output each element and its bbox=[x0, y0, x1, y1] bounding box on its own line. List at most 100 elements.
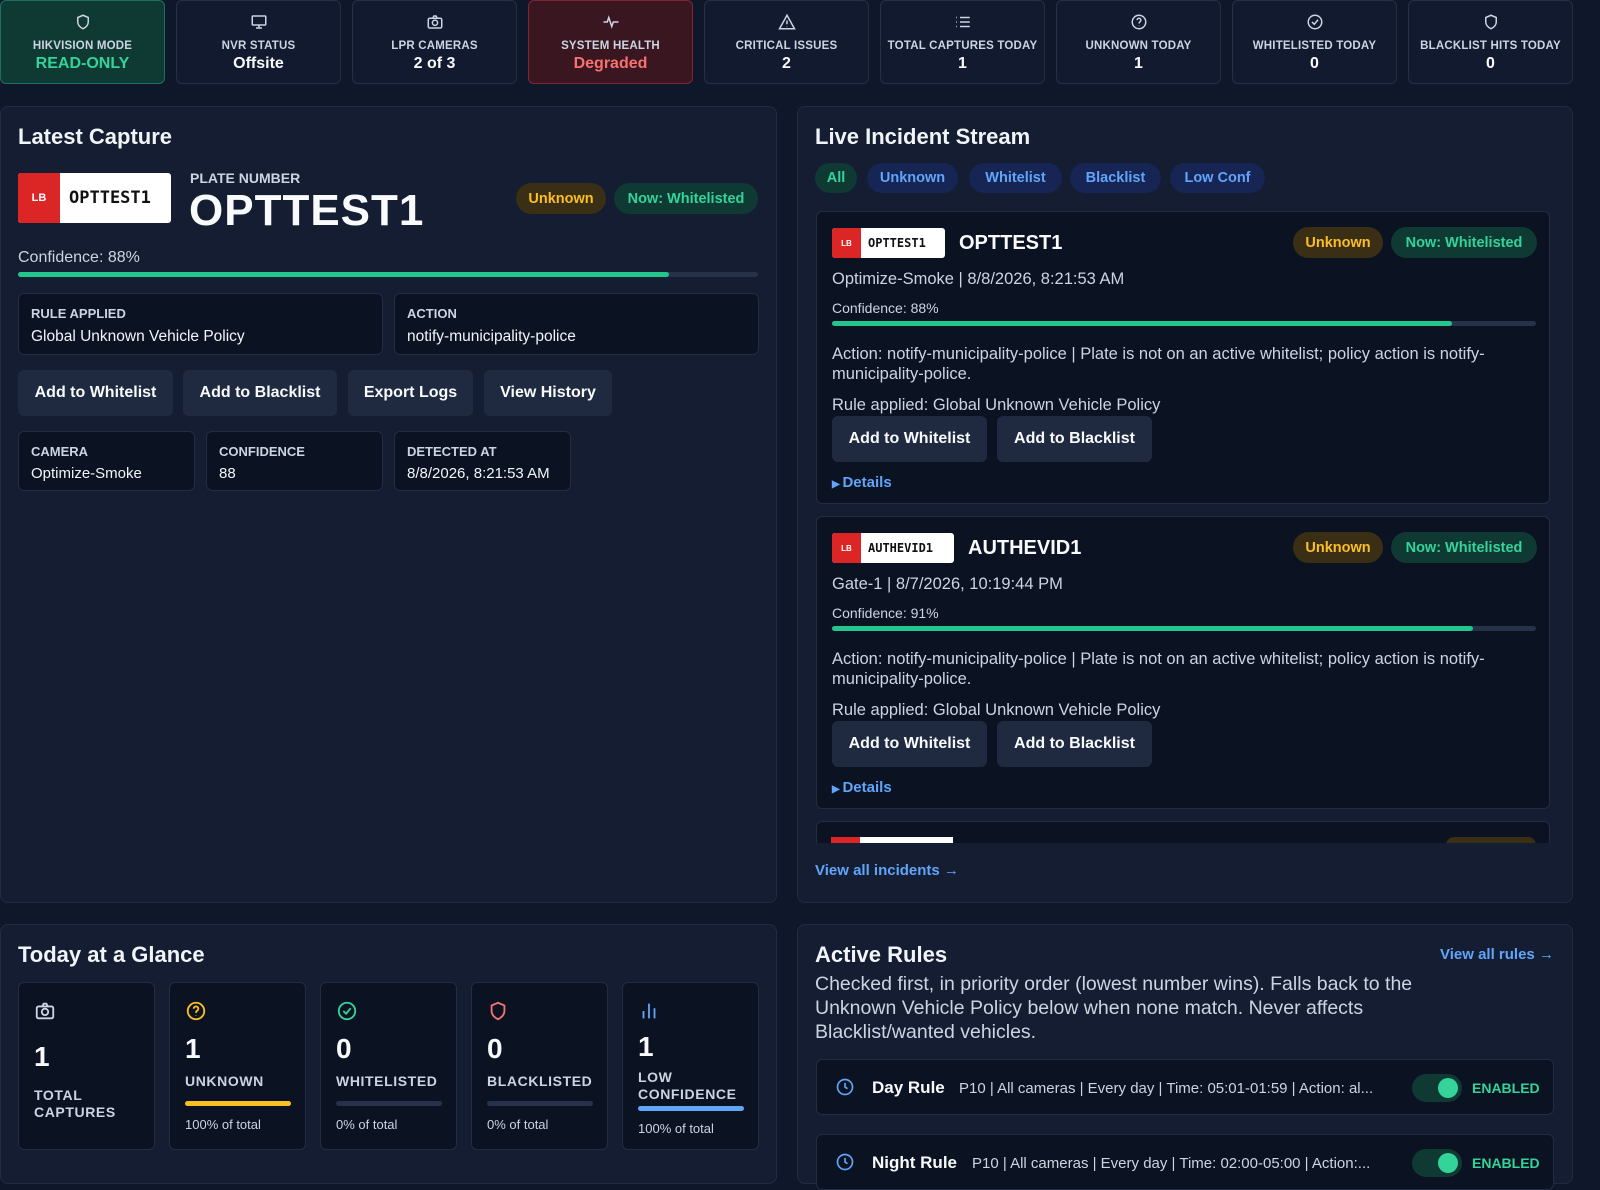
glance-bar bbox=[487, 1101, 593, 1106]
confidence-label: CONFIDENCE bbox=[219, 444, 305, 459]
details-toggle[interactable]: ▶ Details bbox=[832, 474, 892, 491]
filter-unknown[interactable]: Unknown bbox=[867, 163, 958, 193]
stat-label: NVR STATUS bbox=[221, 40, 296, 52]
plate-flag: LB bbox=[18, 173, 60, 223]
now-whitelisted-badge: Now: Whitelisted bbox=[1391, 532, 1537, 563]
view-all-incidents-link[interactable]: View all incidents → bbox=[815, 862, 959, 879]
incident-card[interactable]: LB AUTHEVID1 AUTHEVID1 Unknown Now: Whit… bbox=[816, 516, 1550, 809]
glance-card-total: 1 TOTAL CAPTURES bbox=[18, 982, 155, 1150]
question-icon bbox=[1131, 14, 1146, 30]
incident-stream-title: Live Incident Stream bbox=[815, 124, 1031, 149]
rule-enabled-toggle[interactable] bbox=[1412, 1074, 1462, 1102]
rule-desc: P10 | All cameras | Every day | Time: 05… bbox=[959, 1080, 1374, 1097]
toggle-knob bbox=[1438, 1078, 1458, 1098]
plate-flag: LB bbox=[832, 228, 861, 258]
confidence-bar-fill bbox=[18, 272, 670, 277]
shield-icon bbox=[490, 1001, 506, 1021]
stat-value: Offsite bbox=[233, 55, 284, 72]
glance-label: TOTAL CAPTURES bbox=[34, 1087, 116, 1120]
glance-label: UNKNOWN bbox=[185, 1073, 264, 1089]
add-to-blacklist-button[interactable]: Add to Blacklist bbox=[997, 416, 1152, 462]
stat-system-health: SYSTEM HEALTH Degraded bbox=[528, 0, 693, 84]
add-to-blacklist-button[interactable]: Add to Blacklist bbox=[183, 370, 337, 416]
glance-bar bbox=[185, 1101, 291, 1106]
rule-row-night[interactable]: Night Rule P10 | All cameras | Every day… bbox=[816, 1134, 1554, 1190]
incident-plate-title: OPTTEST1 bbox=[959, 232, 1063, 254]
stat-value: 1 bbox=[958, 55, 967, 72]
glance-label: BLACKLISTED bbox=[487, 1073, 593, 1089]
incident-confidence-bar-fill bbox=[832, 626, 1473, 631]
stat-critical-issues: CRITICAL ISSUES 2 bbox=[704, 0, 869, 84]
filter-whitelist[interactable]: Whitelist bbox=[969, 163, 1062, 193]
check-circle-icon bbox=[337, 1001, 357, 1021]
incident-action: Action: notify-municipality-police | Pla… bbox=[832, 345, 1485, 383]
rule-status: ENABLED bbox=[1472, 1080, 1540, 1096]
glance-value: 1 bbox=[34, 1041, 50, 1072]
glance-percent: 100% of total bbox=[638, 1121, 714, 1136]
detected-at-value: 8/8/2026, 8:21:53 AM bbox=[407, 465, 550, 482]
add-to-blacklist-button[interactable]: Add to Blacklist bbox=[997, 721, 1152, 767]
stat-value: READ-ONLY bbox=[35, 55, 130, 72]
status-bar: HIKVISION MODE READ-ONLY NVR STATUS Offs… bbox=[0, 0, 1600, 86]
plate-flag: LB bbox=[832, 533, 861, 563]
add-to-whitelist-button[interactable]: Add to Whitelist bbox=[18, 370, 173, 416]
stat-value: Degraded bbox=[573, 55, 648, 72]
status-badge: Unknown bbox=[516, 183, 606, 214]
check-circle-icon bbox=[1307, 14, 1322, 30]
stat-value: 0 bbox=[1310, 55, 1319, 72]
stat-label: CRITICAL ISSUES bbox=[735, 40, 838, 52]
camera-label: CAMERA bbox=[31, 444, 89, 459]
action-box: ACTION notify-municipality-police bbox=[394, 293, 759, 355]
incident-confidence-text: Confidence: 88% bbox=[832, 300, 939, 316]
now-whitelisted-badge: Now: Whitelisted bbox=[1391, 227, 1537, 258]
plate-image: LB OPTTEST1 bbox=[832, 228, 945, 258]
stat-label: WHITELISTED TODAY bbox=[1252, 40, 1377, 52]
glance-bar bbox=[638, 1106, 744, 1111]
filter-blacklist[interactable]: Blacklist bbox=[1070, 163, 1161, 193]
confidence-bar bbox=[18, 272, 758, 277]
camera-icon bbox=[35, 1002, 55, 1020]
action-label: ACTION bbox=[407, 306, 457, 321]
rule-desc: P10 | All cameras | Every day | Time: 02… bbox=[972, 1155, 1371, 1172]
glance-card-low-confidence: 1 LOW CONFIDENCE 100% of total bbox=[622, 982, 759, 1150]
view-all-rules-link[interactable]: View all rules → bbox=[1440, 946, 1554, 963]
stat-total-captures: TOTAL CAPTURES TODAY 1 bbox=[880, 0, 1045, 84]
detected-at-box: DETECTED AT 8/8/2026, 8:21:53 AM bbox=[394, 431, 571, 491]
plate-number: OPTTEST1 bbox=[189, 186, 425, 235]
confidence-text: Confidence: 88% bbox=[18, 249, 140, 266]
warning-icon bbox=[777, 13, 796, 30]
add-to-whitelist-button[interactable]: Add to Whitelist bbox=[832, 416, 987, 462]
view-history-button[interactable]: View History bbox=[484, 370, 612, 416]
confidence-box: CONFIDENCE 88 bbox=[206, 431, 383, 491]
glance-percent: 0% of total bbox=[336, 1117, 398, 1132]
plate-number-label: PLATE NUMBER bbox=[190, 170, 301, 186]
stat-label: BLACKLIST HITS TODAY bbox=[1420, 40, 1561, 52]
export-logs-button[interactable]: Export Logs bbox=[348, 370, 473, 416]
details-toggle[interactable]: ▶ Details bbox=[832, 779, 892, 796]
glance-value: 1 bbox=[185, 1033, 201, 1064]
incident-card[interactable]: LB OPTTEST1 OPTTEST1 Unknown Now: Whitel… bbox=[816, 211, 1550, 504]
confidence-value: 88 bbox=[219, 465, 236, 482]
filter-low-conf[interactable]: Low Conf bbox=[1170, 163, 1265, 193]
add-to-whitelist-button[interactable]: Add to Whitelist bbox=[832, 721, 987, 767]
glance-percent: 0% of total bbox=[487, 1117, 549, 1132]
incident-confidence-bar bbox=[832, 626, 1536, 631]
incident-plate-title: AUTHEVID1 bbox=[968, 537, 1082, 559]
stat-label: TOTAL CAPTURES TODAY bbox=[887, 40, 1038, 52]
filter-all[interactable]: All bbox=[815, 163, 857, 193]
rule-applied-label: RULE APPLIED bbox=[31, 306, 126, 321]
glance-bar bbox=[336, 1101, 442, 1106]
shield-icon bbox=[76, 14, 89, 30]
incident-rule: Rule applied: Global Unknown Vehicle Pol… bbox=[832, 396, 1161, 414]
detected-at-label: DETECTED AT bbox=[407, 444, 497, 459]
rule-row-day[interactable]: Day Rule P10 | All cameras | Every day |… bbox=[816, 1059, 1554, 1115]
pulse-icon bbox=[603, 15, 618, 29]
glance-card-blacklisted: 0 BLACKLISTED 0% of total bbox=[471, 982, 608, 1150]
stat-unknown-today: UNKNOWN TODAY 1 bbox=[1056, 0, 1221, 84]
now-whitelisted-badge: Now: Whitelisted bbox=[614, 183, 758, 214]
glance-value: 0 bbox=[336, 1033, 352, 1064]
status-badge: Unknown bbox=[1293, 532, 1383, 563]
active-rules-title: Active Rules bbox=[815, 942, 948, 967]
incident-confidence-bar bbox=[832, 321, 1536, 326]
stat-label: HIKVISION MODE bbox=[32, 40, 133, 52]
